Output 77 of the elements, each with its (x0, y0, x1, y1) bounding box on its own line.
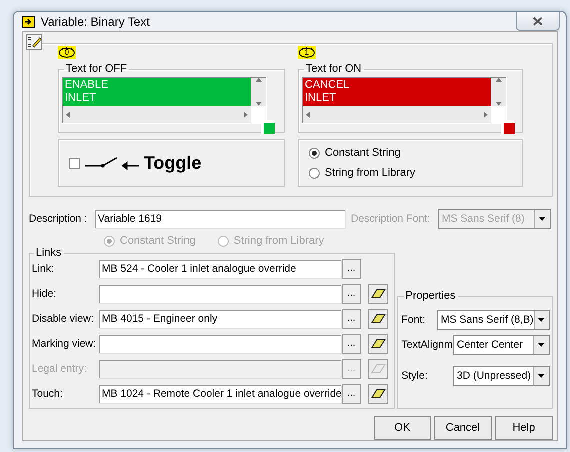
clear-button[interactable] (368, 334, 388, 354)
property-dropdown[interactable]: Center Center (453, 335, 550, 355)
description-font-label: Description Font: (351, 213, 432, 225)
clear-button[interactable] (368, 284, 388, 304)
text-lines: ENABLE INLET (63, 78, 251, 106)
link-field[interactable] (99, 284, 342, 304)
link-label: Link: (32, 263, 56, 275)
dialog-button[interactable]: Cancel (434, 416, 492, 440)
dialog-button[interactable]: OK (374, 416, 431, 440)
vertical-scrollbar[interactable] (251, 78, 266, 106)
eraser-icon (370, 314, 386, 324)
eraser-icon (370, 388, 386, 400)
switch-icon (85, 156, 139, 170)
eraser-icon (370, 288, 386, 300)
link-field[interactable] (99, 360, 342, 378)
dialog-button[interactable]: Help (495, 416, 553, 440)
text-list[interactable]: CANCEL INLET (302, 77, 507, 124)
radio-dot[interactable] (309, 148, 320, 158)
link-field[interactable]: MB 1024 - Remote Cooler 1 inlet analogue override (99, 384, 342, 404)
group-label: Properties (404, 290, 457, 302)
window-title: Variable: Binary Text (41, 14, 151, 28)
dropdown-arrow-icon (538, 318, 546, 322)
clear-button[interactable] (368, 384, 388, 404)
group-label: Text for OFF (65, 63, 128, 75)
link-field[interactable]: MB 524 - Cooler 1 inlet analogue override (99, 260, 342, 278)
clear-button[interactable] (368, 309, 388, 329)
link-label: Marking view: (32, 338, 98, 350)
horizontal-scrollbar[interactable] (63, 106, 251, 123)
browse-button[interactable]: ... (342, 309, 361, 329)
toggle-label: Toggle (144, 152, 202, 174)
group-label: Links (35, 247, 63, 259)
vertical-scrollbar[interactable] (491, 78, 506, 106)
radio-dot[interactable] (309, 168, 320, 178)
color-swatch[interactable] (261, 120, 275, 134)
color-swatch[interactable] (501, 120, 515, 134)
browse-button[interactable]: ... (342, 284, 361, 304)
arrow-icon[interactable] (306, 112, 310, 118)
binary-edit-icon (26, 34, 42, 50)
toggle-checkbox[interactable] (69, 158, 80, 168)
arrow-icon[interactable] (66, 112, 70, 118)
variable-icon (22, 16, 35, 28)
eraser-icon (370, 338, 386, 350)
close-icon (533, 16, 543, 26)
radio-option[interactable]: Constant String (309, 147, 522, 159)
dropdown-arrow-icon (538, 343, 545, 347)
arrow-icon[interactable] (256, 78, 262, 82)
property-label: Font: (402, 314, 426, 326)
link-field[interactable]: MB 4015 - Engineer only (99, 310, 342, 328)
dropdown-arrow-icon (539, 217, 546, 221)
eraser-icon (370, 364, 386, 374)
dropdown-arrow-icon (538, 374, 545, 378)
link-label: Legal entry: (32, 363, 88, 375)
arrow-icon[interactable] (496, 102, 502, 106)
property-dropdown[interactable]: MS Sans Serif (8,B) (437, 310, 550, 330)
arrow-icon[interactable] (496, 78, 502, 82)
description-field[interactable]: Variable 1619 (95, 210, 346, 228)
property-dropdown[interactable]: 3D (Unpressed) (453, 366, 550, 386)
property-label: Style: (402, 370, 428, 382)
radio-option[interactable]: String from Library (309, 167, 522, 179)
browse-button[interactable]: ... (342, 334, 361, 354)
link-label: Disable view: (32, 313, 95, 325)
state-number: 1 (304, 48, 310, 56)
link-label: Hide: (32, 288, 58, 300)
close-button[interactable] (516, 12, 560, 31)
arrow-icon[interactable] (244, 112, 248, 118)
horizontal-scrollbar[interactable] (303, 106, 491, 123)
text-lines: CANCEL INLET (303, 78, 491, 106)
state-number: 0 (64, 48, 70, 56)
arrow-icon[interactable] (484, 112, 488, 118)
link-field[interactable] (99, 334, 342, 354)
group-label: Text for ON (305, 63, 363, 75)
browse-button[interactable]: ... (342, 259, 361, 279)
property-label: TextAlignm (402, 339, 453, 351)
link-label: Touch: (32, 388, 64, 400)
browse-button[interactable]: ... (342, 384, 361, 404)
description-label: Description : (29, 213, 88, 225)
arrow-icon[interactable] (256, 102, 262, 106)
